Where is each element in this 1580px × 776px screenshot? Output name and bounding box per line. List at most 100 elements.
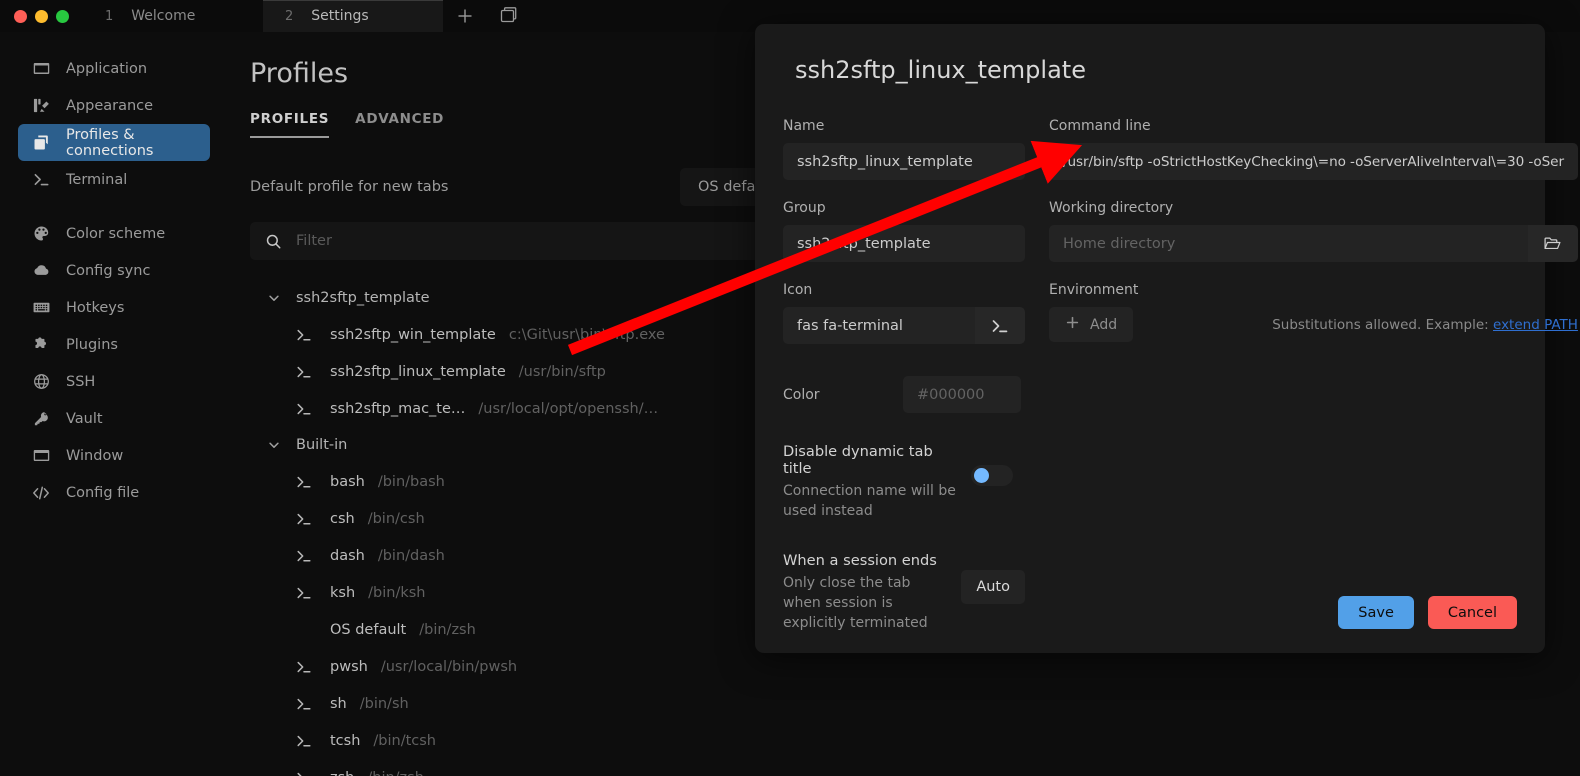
sidebar-item-vault[interactable]: Vault — [18, 400, 210, 437]
sidebar-divider — [0, 198, 228, 215]
environment-add-button[interactable]: Add — [1049, 307, 1134, 342]
sidebar-item-terminal[interactable]: Terminal — [18, 161, 210, 198]
profile-name: ssh2sftp_linux_template — [330, 363, 506, 380]
profile-path: /bin/dash — [377, 547, 445, 564]
tab-welcome[interactable]: 1 Welcome — [83, 0, 263, 32]
color-input[interactable]: #000000 — [903, 376, 1021, 413]
profile-name: ssh2sftp_win_template — [330, 326, 496, 343]
chevron-down-icon — [266, 291, 282, 305]
sidebar-item-window[interactable]: Window — [18, 437, 210, 474]
profile-name: csh — [330, 510, 355, 527]
terminal-icon — [296, 511, 330, 527]
sidebar-item-terminal-label: Terminal — [66, 171, 128, 188]
working-directory-field-group: Working directory Home directory — [1049, 200, 1578, 262]
filter-input[interactable] — [296, 233, 809, 249]
group-label: Group — [783, 200, 826, 216]
sidebar-item-ssh[interactable]: SSH — [18, 363, 210, 400]
window-pane-icon[interactable] — [487, 0, 531, 32]
code-icon — [32, 484, 50, 502]
tab-profiles[interactable]: PROFILES — [250, 111, 330, 138]
save-button[interactable]: Save — [1338, 596, 1414, 629]
zoom-window-button[interactable] — [56, 9, 69, 23]
modal-title: ssh2sftp_linux_template — [795, 56, 1086, 84]
toggle-knob — [974, 468, 989, 483]
profile-path: /bin/bash — [377, 473, 445, 490]
terminal-icon — [296, 733, 330, 749]
cancel-button[interactable]: Cancel — [1427, 596, 1517, 629]
icon-input[interactable]: fas fa-terminal — [783, 307, 975, 344]
session-ends-description: Only close the tab when session is expli… — [783, 574, 928, 631]
profile-path: /bin/ksh — [368, 584, 426, 601]
icon-label: Icon — [783, 282, 813, 298]
color-field-group: Color #000000 — [783, 376, 1025, 413]
working-directory-label: Working directory — [1049, 200, 1174, 216]
tree-group-label: ssh2sftp_template — [296, 290, 430, 306]
traffic-lights — [0, 0, 83, 32]
terminal-icon — [296, 548, 330, 564]
search-icon — [250, 233, 296, 250]
icon-preview-terminal-icon[interactable] — [975, 307, 1025, 344]
sidebar-item-color-scheme[interactable]: Color scheme — [18, 215, 210, 252]
sidebar-item-application[interactable]: Application — [18, 50, 210, 87]
session-ends-select[interactable]: Auto — [961, 569, 1025, 604]
terminal-icon — [296, 585, 330, 601]
plus-icon — [1065, 315, 1080, 334]
sidebar-item-application-label: Application — [66, 60, 148, 77]
terminal-icon — [296, 696, 330, 712]
sidebar-item-config-file[interactable]: Config file — [18, 474, 210, 511]
sidebar-item-plugins[interactable]: Plugins — [18, 326, 210, 363]
list-item[interactable]: zsh /bin/zsh — [250, 759, 1580, 776]
profile-path: c:\Git\usr\bin\sftp.exe — [508, 326, 665, 343]
terminal-icon — [296, 327, 330, 343]
tree-group-label: Built-in — [296, 437, 348, 453]
minimize-window-button[interactable] — [35, 9, 48, 23]
sidebar-item-config-sync[interactable]: Config sync — [18, 252, 210, 289]
folder-open-icon[interactable] — [1527, 225, 1578, 262]
command-line-label: Command line — [1049, 118, 1151, 134]
list-item[interactable]: sh /bin/sh — [250, 685, 1580, 722]
list-item[interactable]: tcsh /bin/tcsh — [250, 722, 1580, 759]
extend-path-link[interactable]: extend PATH — [1493, 317, 1578, 333]
globe-icon — [32, 373, 50, 391]
profile-name: ssh2sftp_mac_te… — [330, 400, 466, 417]
disable-dynamic-tab-title-row: Disable dynamic tab title Connection nam… — [783, 443, 1025, 522]
name-input[interactable]: ssh2sftp_linux_template — [783, 143, 1025, 180]
modal-right-column: Command line /usr/bin/sftp -oStrictHostK… — [1049, 118, 1578, 633]
app-window: 1 Welcome 2 Settings Application Appeara… — [0, 0, 1580, 776]
sidebar-item-profiles-and-connections[interactable]: Profiles & connections — [18, 124, 210, 161]
tab-advanced[interactable]: ADVANCED — [355, 111, 444, 138]
command-line-input[interactable]: /usr/bin/sftp -oStrictHostKeyChecking\=n… — [1049, 143, 1578, 180]
list-item[interactable]: pwsh /usr/local/bin/pwsh — [250, 648, 1580, 685]
session-ends-label: When a session ends — [783, 551, 937, 569]
new-tab-button[interactable] — [443, 0, 487, 32]
profile-path: /usr/bin/sftp — [518, 363, 606, 380]
dynamic-tab-title-toggle[interactable] — [971, 465, 1013, 486]
sidebar-item-hotkeys[interactable]: Hotkeys — [18, 289, 210, 326]
profile-name: sh — [330, 695, 347, 712]
settings-sidebar: Application Appearance Profiles & connec… — [0, 32, 228, 776]
tab-settings[interactable]: 2 Settings — [263, 0, 443, 32]
modal-left-column: Name ssh2sftp_linux_template Group ssh2s… — [783, 118, 1025, 633]
default-profile-label: Default profile for new tabs — [250, 179, 449, 195]
sidebar-item-appearance[interactable]: Appearance — [18, 87, 210, 124]
modal-columns: Name ssh2sftp_linux_template Group ssh2s… — [783, 118, 1578, 633]
filter-box[interactable] — [250, 222, 809, 260]
close-window-button[interactable] — [14, 9, 27, 23]
environment-label: Environment — [1049, 282, 1139, 298]
sidebar-item-plugins-label: Plugins — [66, 336, 118, 353]
profile-path: /usr/local/opt/openssh/… — [478, 400, 659, 417]
palette-icon — [32, 225, 50, 243]
profiles-icon — [32, 134, 50, 152]
group-field-group: Group ssh2sftp_template — [783, 200, 1025, 262]
group-input[interactable]: ssh2sftp_template — [783, 225, 1025, 262]
name-label: Name — [783, 118, 825, 134]
profile-name: dash — [330, 547, 365, 564]
profile-path: /bin/tcsh — [373, 732, 437, 749]
window-icon — [32, 447, 50, 465]
working-directory-input[interactable]: Home directory — [1049, 225, 1528, 262]
dynamic-tab-title-label: Disable dynamic tab title — [783, 443, 933, 477]
profile-path: /usr/local/bin/pwsh — [380, 658, 518, 675]
puzzle-icon — [32, 336, 50, 354]
terminal-icon — [296, 659, 330, 675]
application-icon — [32, 60, 50, 78]
